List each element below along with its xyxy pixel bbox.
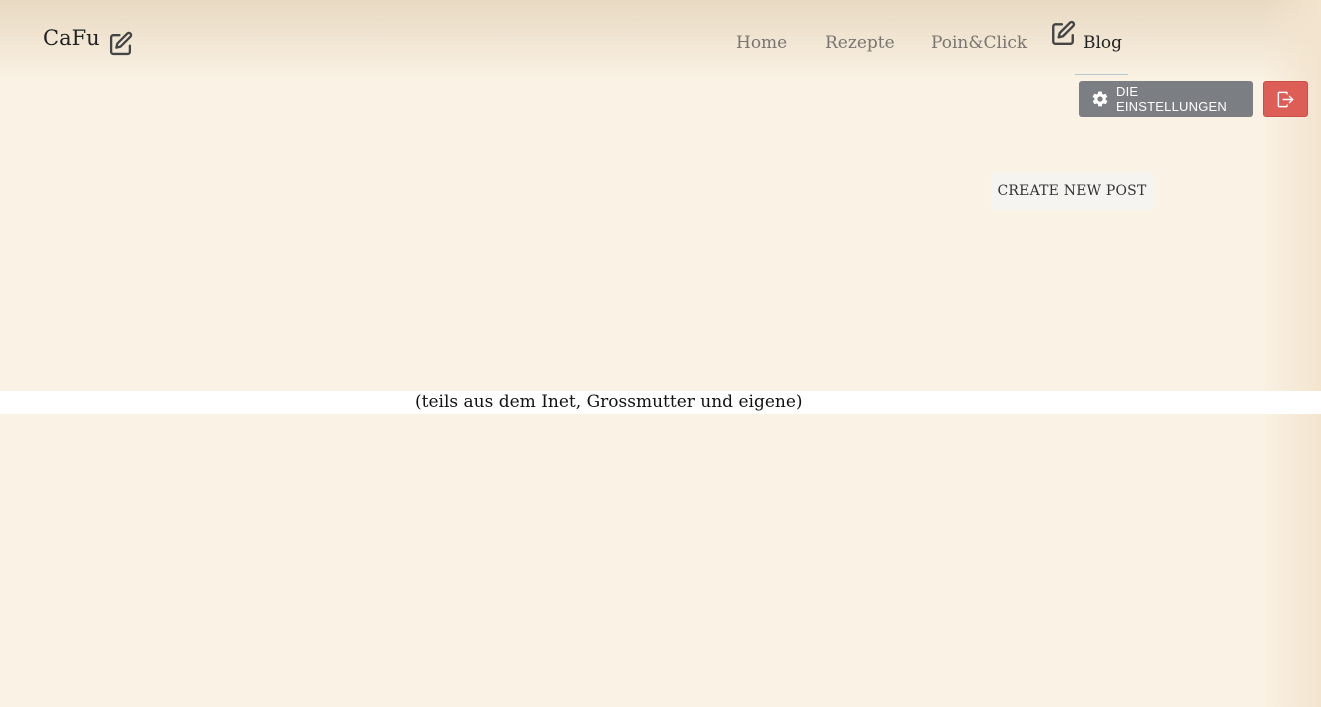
header-shadow (0, 0, 1321, 80)
brand-title[interactable]: CaFu (43, 26, 100, 50)
logout-button[interactable] (1263, 81, 1308, 117)
page-subtitle: (teils aus dem Inet, Grossmutter und eig… (415, 392, 803, 412)
logout-icon (1277, 91, 1294, 107)
edit-icon[interactable] (108, 31, 133, 56)
edit-icon[interactable] (1050, 20, 1076, 46)
settings-button[interactable]: DIE EINSTELLUNGEN (1079, 81, 1253, 117)
nav-blog[interactable]: Blog (1083, 33, 1122, 53)
nav-poinclick[interactable]: Poin&Click (931, 33, 1027, 53)
gear-icon (1092, 91, 1108, 107)
settings-label: DIE EINSTELLUNGEN (1116, 84, 1227, 114)
nav-home[interactable]: Home (736, 33, 787, 53)
nav-rezepte[interactable]: Rezepte (825, 33, 895, 53)
create-new-post-button[interactable]: CREATE NEW POST (991, 172, 1153, 210)
active-nav-indicator (1075, 74, 1128, 75)
